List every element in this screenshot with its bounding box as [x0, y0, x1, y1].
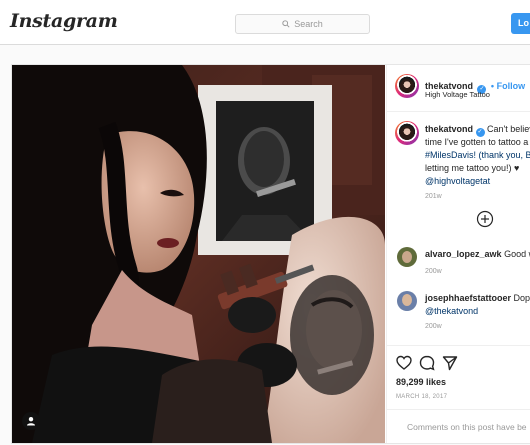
heart-icon[interactable] — [396, 355, 412, 371]
post-card: thekatvond ✓ • Follow High Voltage Tatto… — [11, 64, 530, 444]
search-input[interactable]: Search — [235, 14, 370, 34]
caption-avatar[interactable] — [395, 121, 419, 145]
post-header: thekatvond ✓ • Follow High Voltage Tatto… — [387, 65, 530, 112]
commenter-username[interactable]: josephhaefstattooer — [425, 293, 511, 303]
caption-line-3: #MilesDavis! (thank you, Bl — [425, 150, 530, 160]
caption-line-4: letting me tattoo you!) ♥ — [425, 163, 520, 173]
load-more-comments-icon[interactable] — [476, 210, 494, 228]
post-image — [12, 65, 385, 443]
comment-icon[interactable] — [419, 355, 435, 371]
commenter-avatar[interactable] — [397, 247, 417, 267]
commenter-avatar[interactable] — [397, 291, 417, 311]
commenter-username[interactable]: alvaro_lopez_awk — [425, 249, 502, 259]
share-icon[interactable] — [442, 355, 458, 371]
top-nav-bar: Instagram Search Lo — [0, 0, 530, 45]
user-tag-icon — [27, 417, 35, 426]
comment-input[interactable]: Comments on this post have be — [387, 409, 530, 444]
likes-count[interactable]: 89,299 likes — [396, 377, 446, 387]
search-placeholder: Search — [294, 19, 323, 29]
caption-timestamp: 201w — [425, 193, 442, 200]
follow-button[interactable]: • Follow — [491, 81, 525, 91]
post-date: MARCH 18, 2017 — [396, 394, 448, 400]
comment-2: josephhaefstattooer Dope — [425, 293, 530, 303]
caption-mention[interactable]: @highvoltagetat — [425, 175, 490, 188]
comment-1: alvaro_lopez_awk Good wo — [425, 249, 530, 259]
post-actions: 89,299 likes MARCH 18, 2017 Comments on … — [387, 345, 530, 444]
search-icon — [282, 20, 290, 28]
instagram-logo[interactable]: Instagram — [10, 10, 118, 32]
caption-username[interactable]: thekatvond — [425, 124, 473, 134]
caption-line-1: thekatvond ✓ Can't believe — [425, 124, 530, 137]
comment-timestamp: 200w — [425, 323, 442, 330]
comment-timestamp: 200w — [425, 268, 442, 275]
login-button[interactable]: Lo — [511, 13, 530, 34]
post-location[interactable]: High Voltage Tattoo — [425, 90, 490, 99]
post-photo[interactable] — [12, 65, 385, 443]
caption-line-2: time I've gotten to tattoo a — [425, 137, 529, 147]
comment-mention[interactable]: @thekatvond — [425, 305, 478, 318]
author-avatar[interactable] — [395, 74, 419, 98]
post-details-panel: thekatvond ✓ • Follow High Voltage Tatto… — [386, 65, 530, 443]
user-tag-button[interactable] — [22, 412, 40, 430]
